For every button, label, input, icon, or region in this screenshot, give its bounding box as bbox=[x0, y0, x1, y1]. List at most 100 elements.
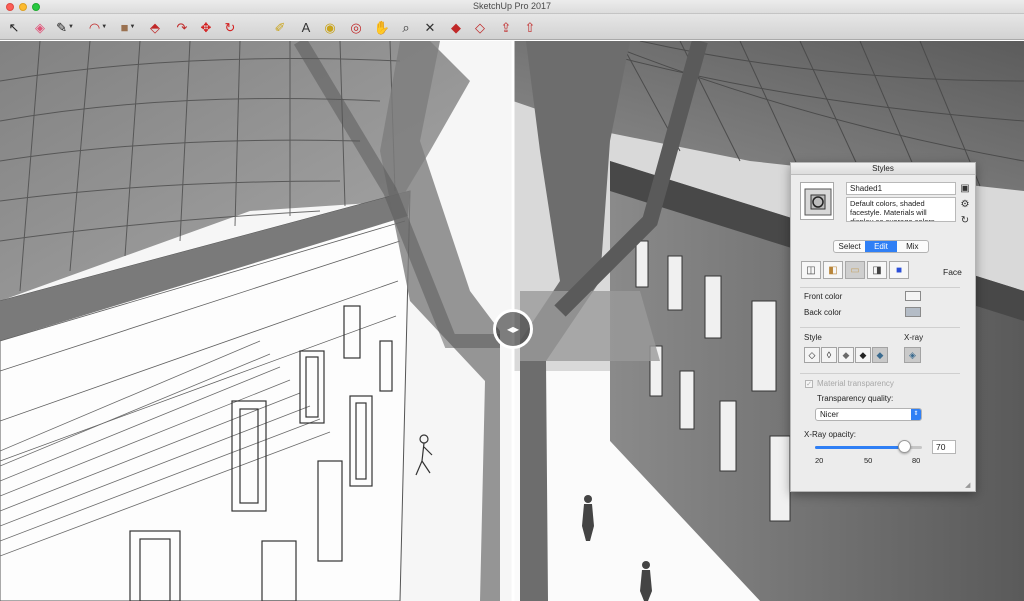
shaded-textures-icon: ◆ bbox=[859, 349, 867, 360]
warehouse-icon: ◆ bbox=[451, 19, 461, 35]
front-color-swatch[interactable] bbox=[905, 291, 921, 301]
magnifier-icon: ⌕ bbox=[402, 19, 410, 35]
style-label: Style bbox=[804, 333, 822, 342]
resize-grip-icon[interactable]: ◢ bbox=[965, 481, 973, 489]
pencil-icon: ✎ bbox=[56, 19, 67, 35]
shaded-style-button[interactable]: ◆ bbox=[838, 347, 854, 363]
extension-warehouse-button[interactable]: ◇ bbox=[470, 17, 490, 37]
watermark-settings-icon: ◨ bbox=[872, 264, 882, 276]
arrow-icon: ↖ bbox=[8, 19, 20, 35]
orbit-tool-button[interactable]: ◎ bbox=[346, 17, 366, 37]
tab-mix[interactable]: Mix bbox=[897, 241, 928, 252]
hidden-line-style-button[interactable]: ◊ bbox=[821, 347, 837, 363]
push-pull-tool-button[interactable]: ⬘ bbox=[145, 17, 165, 37]
xray-opacity-label: X-Ray opacity: bbox=[804, 430, 857, 439]
monochrome-style-button[interactable]: ◆ bbox=[872, 347, 888, 363]
transparency-quality-value: Nicer bbox=[820, 410, 839, 419]
hidden-line-icon: ◊ bbox=[826, 350, 832, 360]
share-model-button[interactable]: ⇪ bbox=[496, 17, 516, 37]
select-tool-button[interactable]: ↖ bbox=[4, 17, 24, 37]
refresh-icon[interactable]: ↻ bbox=[959, 215, 971, 227]
material-transparency-label: Material transparency bbox=[817, 379, 894, 388]
style-mode-tabs: Select Edit Mix bbox=[833, 240, 929, 253]
shaded-icon: ◆ bbox=[842, 349, 850, 360]
watermark-settings-button[interactable]: ◨ bbox=[867, 261, 887, 279]
dropdown-arrow-icon: ▼ bbox=[129, 24, 136, 30]
xray-label: X-ray bbox=[904, 333, 924, 342]
arc-tool-button[interactable]: ◠ ▼ bbox=[88, 17, 108, 37]
style-thumbnail[interactable] bbox=[800, 182, 834, 220]
update-style-icon[interactable]: ⚙ bbox=[959, 199, 971, 211]
split-view-handle[interactable]: ◂▸ bbox=[493, 309, 533, 349]
monochrome-icon: ◆ bbox=[876, 349, 884, 360]
extension-icon: ◇ bbox=[475, 19, 485, 35]
orbit-icon: ◎ bbox=[350, 19, 362, 35]
zoom-extents-tool-button[interactable]: ✕ bbox=[420, 17, 440, 37]
background-settings-button[interactable]: ▭ bbox=[845, 261, 865, 279]
style-name-field[interactable]: Shaded1 bbox=[846, 182, 956, 195]
line-tool-button[interactable]: ✎ ▼ bbox=[55, 17, 75, 37]
arc-icon: ◠ bbox=[88, 19, 101, 35]
title-bar: SketchUp Pro 2017 bbox=[0, 0, 1024, 14]
pan-tool-button[interactable]: ✋ bbox=[372, 17, 392, 37]
rectangle-icon: ■ bbox=[120, 19, 129, 35]
tab-select[interactable]: Select bbox=[834, 241, 865, 252]
shaded-textures-style-button[interactable]: ◆ bbox=[855, 347, 871, 363]
paint-bucket-tool-button[interactable]: ◉ bbox=[320, 17, 340, 37]
offset-tool-button[interactable]: ↷ bbox=[172, 17, 192, 37]
modeling-settings-button[interactable]: ■ bbox=[889, 261, 909, 279]
main-toolbar: ↖ ◈ ✎ ▼ ◠ ▼ ■ ▼ ⬘ ↷ ✥ ↻ ✐ A ◉ ◎ ✋ ⌕ ✕ ◆ ◇ ⇪ ⇧ bbox=[0, 14, 1024, 40]
wireframe-style-button[interactable]: ◇ bbox=[804, 347, 820, 363]
create-style-icon[interactable]: ▣ bbox=[959, 183, 971, 195]
slider-max-label: 80 bbox=[912, 456, 921, 465]
share-component-button[interactable]: ⇧ bbox=[520, 17, 540, 37]
tape-measure-icon: ✐ bbox=[274, 19, 286, 35]
slider-fill bbox=[815, 446, 904, 449]
zoom-tool-button[interactable]: ⌕ bbox=[396, 17, 416, 37]
paint-bucket-icon: ◉ bbox=[324, 19, 336, 35]
face-settings-button[interactable]: ◧ bbox=[823, 261, 843, 279]
text-icon: A bbox=[301, 19, 311, 35]
divider bbox=[800, 373, 960, 374]
share-model-icon: ⇪ bbox=[500, 19, 512, 35]
dropdown-arrow-icon: ▼ bbox=[101, 24, 108, 30]
xray-opacity-field[interactable]: 70 bbox=[932, 440, 956, 454]
edit-category-buttons: ◫ ◧ ▭ ◨ ■ bbox=[801, 261, 909, 279]
edge-settings-button[interactable]: ◫ bbox=[801, 261, 821, 279]
transparency-quality-select[interactable]: Nicer ⇕ bbox=[815, 408, 922, 421]
rotate-tool-button[interactable]: ↻ bbox=[220, 17, 240, 37]
move-tool-button[interactable]: ✥ bbox=[196, 17, 216, 37]
divider bbox=[800, 327, 960, 328]
slider-mid-label: 50 bbox=[864, 456, 873, 465]
styles-panel: Styles Shaded1 Default colors, shaded fa… bbox=[790, 162, 976, 492]
tape-measure-tool-button[interactable]: ✐ bbox=[270, 17, 290, 37]
dropdown-arrow-icon: ▼ bbox=[67, 24, 74, 30]
slider-knob[interactable] bbox=[897, 440, 911, 453]
transparency-quality-label: Transparency quality: bbox=[817, 394, 894, 403]
material-transparency-checkbox[interactable]: ✓ bbox=[805, 380, 813, 388]
panel-title: Styles bbox=[791, 163, 975, 175]
wireframe-icon: ◇ bbox=[808, 349, 816, 360]
text-tool-button[interactable]: A bbox=[296, 17, 316, 37]
shape-tool-button[interactable]: ■ ▼ bbox=[118, 17, 138, 37]
face-style-buttons: ◇ ◊ ◆ ◆ ◆ bbox=[804, 347, 888, 363]
tab-edit[interactable]: Edit bbox=[865, 241, 897, 252]
back-color-swatch[interactable] bbox=[905, 307, 921, 317]
window-title: SketchUp Pro 2017 bbox=[472, 1, 552, 11]
front-color-label: Front color bbox=[804, 292, 843, 301]
modeling-settings-icon: ■ bbox=[895, 264, 903, 276]
eraser-icon: ◈ bbox=[35, 19, 45, 35]
xray-toggle-button[interactable]: ◈ bbox=[904, 347, 921, 363]
background-settings-icon: ▭ bbox=[850, 264, 860, 276]
warehouse-button[interactable]: ◆ bbox=[446, 17, 466, 37]
edge-settings-icon: ◫ bbox=[806, 264, 816, 276]
back-color-label: Back color bbox=[804, 308, 842, 317]
move-icon: ✥ bbox=[200, 19, 212, 35]
divider bbox=[800, 287, 960, 288]
style-description-field[interactable]: Default colors, shaded facestyle. Materi… bbox=[846, 197, 956, 222]
eraser-tool-button[interactable]: ◈ bbox=[30, 17, 50, 37]
rotate-icon: ↻ bbox=[224, 19, 236, 35]
share-component-icon: ⇧ bbox=[524, 19, 536, 35]
section-label: Face bbox=[943, 267, 962, 277]
push-pull-icon: ⬘ bbox=[150, 19, 160, 35]
